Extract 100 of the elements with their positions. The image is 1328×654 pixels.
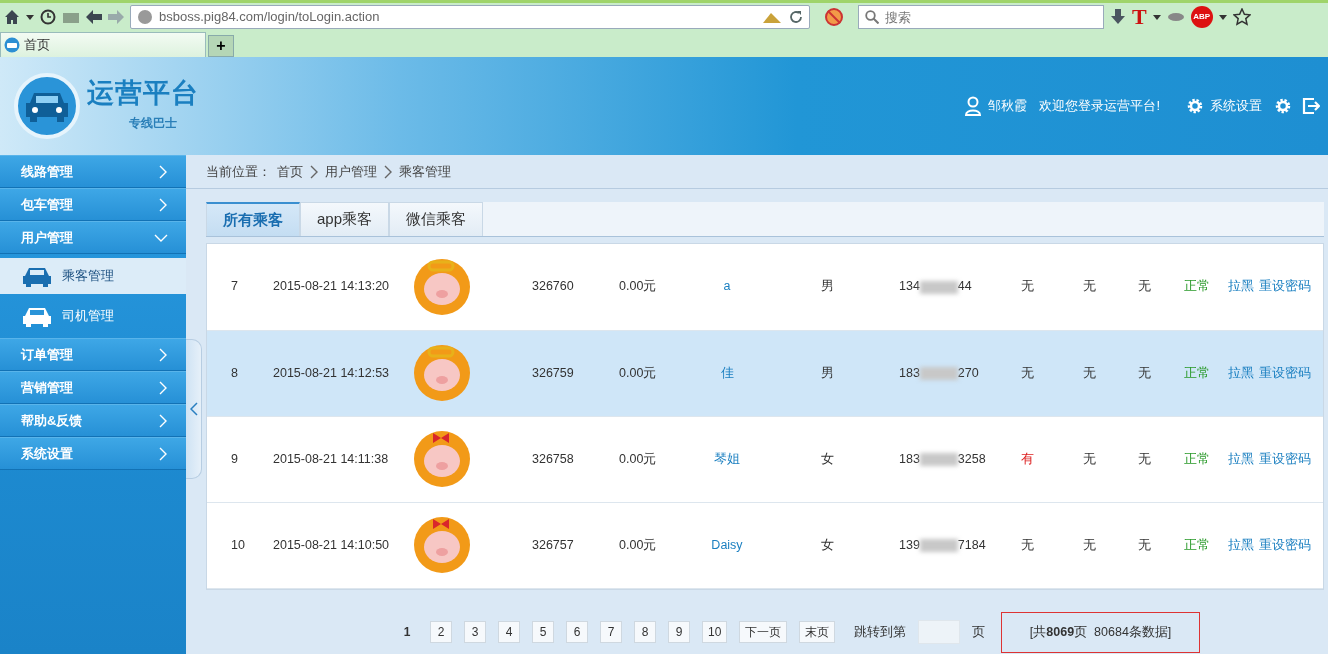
table-cell: 有	[1020, 451, 1034, 466]
breadcrumb-separator-icon	[383, 164, 393, 179]
sidebar-item[interactable]: 营销管理	[0, 371, 186, 404]
breadcrumb-item[interactable]: 用户管理	[325, 161, 377, 182]
phone-number: 183 3258	[899, 451, 986, 466]
breadcrumb-item[interactable]: 首页	[277, 161, 303, 182]
sidebar-subitem[interactable]: 司机管理	[0, 298, 186, 334]
last-page-button[interactable]: 末页	[799, 621, 836, 644]
logout-icon[interactable]	[1302, 97, 1320, 115]
sidebar-item[interactable]: 订单管理	[0, 338, 186, 371]
page-button[interactable]: 1	[396, 621, 418, 644]
sidebar-item[interactable]: 系统设置	[0, 437, 186, 470]
table-cell: 无	[1083, 279, 1096, 294]
sidebar-item[interactable]: 线路管理	[0, 155, 186, 188]
table-cell: 2015-08-21 14:11:38	[273, 451, 389, 466]
caret-icon[interactable]	[1218, 14, 1227, 20]
settings-icon[interactable]	[1186, 97, 1204, 115]
page-summary: [共8069页 80684条数据]	[1000, 612, 1201, 653]
chevron-right-icon	[158, 413, 168, 428]
star-icon[interactable]	[1232, 8, 1251, 26]
table-cell: 无	[1020, 537, 1034, 552]
table-cell: 7	[231, 279, 238, 294]
browser-tab[interactable]: 首页	[0, 32, 206, 57]
table-cell: 9	[231, 451, 238, 466]
reset-password-link[interactable]: 重设密码	[1259, 451, 1311, 466]
collapse-handle[interactable]	[186, 339, 202, 479]
jump-label: 跳转到第	[853, 624, 906, 641]
blacklist-link[interactable]: 拉黑	[1228, 537, 1254, 552]
table-cell: 女	[820, 537, 834, 552]
reset-password-link[interactable]: 重设密码	[1259, 279, 1311, 294]
download-icon[interactable]	[1110, 9, 1126, 25]
blacklist-link[interactable]: 拉黑	[1228, 365, 1254, 380]
table-cell: 0.00元	[619, 451, 657, 466]
home-icon[interactable]	[4, 9, 20, 25]
phone-number: 134 44	[899, 279, 972, 294]
globe-icon	[137, 9, 153, 25]
table-cell: 0.00元	[619, 537, 657, 552]
sidebar-item[interactable]: 帮助&反馈	[0, 404, 186, 437]
url-text: bsboss.pig84.com/login/toLogin.action	[159, 8, 381, 27]
caret-icon[interactable]	[26, 14, 34, 20]
blacklist-link[interactable]: 拉黑	[1228, 279, 1254, 294]
table-cell: 无	[1083, 451, 1096, 466]
table-cell: 无	[1138, 365, 1151, 380]
page-button[interactable]: 4	[498, 621, 520, 644]
breadcrumb-item: 乘客管理	[399, 162, 451, 181]
page-button[interactable]: 10	[702, 621, 728, 644]
breadcrumb-separator-icon	[309, 164, 319, 179]
chevron-right-icon	[158, 164, 168, 179]
table-cell: 无	[1020, 279, 1034, 294]
chevron-right-icon	[158, 380, 168, 395]
table-cell: 无	[1138, 451, 1151, 466]
history-icon[interactable]	[40, 9, 56, 25]
status-text: 正常	[1184, 451, 1210, 466]
next-page-button[interactable]: 下一页	[739, 621, 788, 644]
sidebar-item[interactable]: 用户管理	[0, 221, 186, 254]
table-cell: 326759	[532, 365, 574, 380]
table-cell: 男	[820, 279, 834, 294]
status-text: 正常	[1184, 537, 1210, 552]
page-button[interactable]: 2	[430, 621, 452, 644]
settings-icon[interactable]	[1274, 97, 1292, 115]
extension-button[interactable]: T	[1132, 6, 1147, 28]
chevron-right-icon	[158, 197, 168, 212]
table-cell: 无	[1138, 279, 1151, 294]
tab-label: 首页	[24, 36, 50, 55]
page-button[interactable]: 3	[464, 621, 486, 644]
sidebar-subitem[interactable]: 乘客管理	[0, 258, 186, 294]
table-cell: 无	[1138, 537, 1151, 552]
table-cell: 无	[1020, 365, 1034, 380]
settings-link[interactable]: 系统设置	[1210, 96, 1262, 116]
reset-password-link[interactable]: 重设密码	[1259, 537, 1311, 552]
table-cell: 8	[231, 365, 238, 380]
tab[interactable]: 所有乘客	[206, 202, 300, 236]
table-cell: 无	[1083, 365, 1096, 380]
name-link[interactable]: 琴姐	[714, 451, 740, 466]
sidebar-item[interactable]: 包车管理	[0, 188, 186, 221]
reload-icon[interactable]	[789, 10, 803, 24]
extension-button[interactable]: ABP	[1190, 6, 1213, 28]
page-button[interactable]: 5	[532, 621, 554, 644]
user-icon	[963, 96, 982, 116]
page-button[interactable]: 7	[600, 621, 622, 644]
search-icon	[865, 10, 879, 24]
name-link[interactable]: a	[723, 279, 731, 294]
chevron-right-icon	[158, 446, 168, 461]
new-tab-button[interactable]: +	[208, 35, 234, 57]
tab[interactable]: 微信乘客	[389, 202, 484, 236]
tab[interactable]: app乘客	[300, 202, 390, 236]
search-field[interactable]: 搜索	[858, 5, 1104, 29]
blacklist-link[interactable]: 拉黑	[1228, 451, 1254, 466]
chevron-left-icon	[189, 402, 198, 416]
page-button[interactable]: 9	[668, 621, 690, 644]
table-cell: 2015-08-21 14:12:53	[273, 365, 390, 380]
page-button[interactable]: 6	[566, 621, 588, 644]
back-icon[interactable]	[86, 10, 102, 24]
name-link[interactable]: 佳	[720, 365, 734, 380]
reset-password-link[interactable]: 重设密码	[1259, 365, 1311, 380]
page-button[interactable]: 8	[634, 621, 656, 644]
address-bar[interactable]: bsboss.pig84.com/login/toLogin.action	[130, 5, 810, 29]
name-link[interactable]: Daisy	[711, 537, 743, 552]
caret-icon[interactable]	[1152, 14, 1161, 20]
blocked-icon[interactable]	[824, 7, 844, 27]
